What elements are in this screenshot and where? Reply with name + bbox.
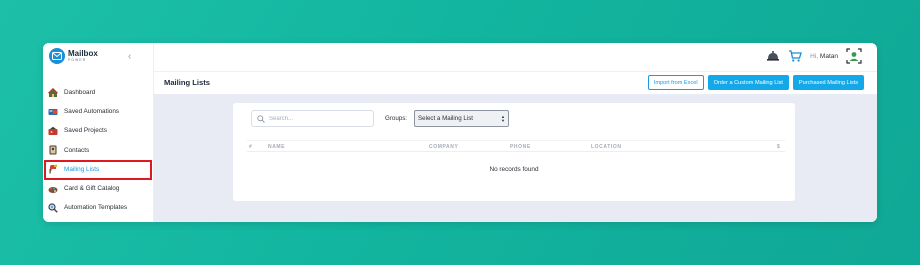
column-header-phone[interactable]: PHONE	[510, 144, 531, 150]
contacts-book-icon	[48, 145, 58, 155]
order-custom-mailing-list-button[interactable]: Order a Custom Mailing List	[707, 75, 789, 90]
greeting-text: Hi,	[810, 52, 819, 60]
brand-title: Mailbox	[68, 48, 98, 58]
groups-select[interactable]: Select a Mailing List ▲ ▼	[414, 110, 509, 127]
mailing-lists-card: Groups: Select a Mailing List ▲▼ # NAME …	[233, 103, 795, 201]
search-box[interactable]	[251, 110, 374, 127]
header-actions: Import from Excel Order a Custom Mailing…	[644, 75, 864, 90]
sidebar-item-label: Saved Projects	[64, 127, 107, 135]
app-window: Mailbox POWER ‹ Dashboard Saved Automati…	[43, 43, 877, 222]
mailbox-logo-icon	[49, 48, 65, 64]
sidebar-item-contacts[interactable]: Contacts	[43, 141, 154, 160]
import-from-excel-button[interactable]: Import from Excel	[647, 75, 704, 90]
sidebar: Mailbox POWER ‹ Dashboard Saved Automati…	[43, 43, 154, 222]
concierge-bell-icon[interactable]	[766, 49, 780, 63]
sidebar-item-card-gift-catalog[interactable]: Card & Gift Catalog	[43, 179, 154, 198]
groups-label: Groups:	[385, 115, 408, 122]
saved-projects-icon	[48, 126, 58, 136]
sidebar-item-label: Card & Gift Catalog	[64, 185, 120, 193]
column-header-location[interactable]: LOCATION	[591, 144, 622, 150]
sidebar-item-label: Contacts	[64, 146, 90, 154]
user-name: Matan	[819, 52, 838, 60]
column-header-name[interactable]: NAME	[268, 144, 285, 150]
user-avatar-icon[interactable]	[846, 48, 862, 64]
brand-subtitle: POWER	[68, 57, 87, 62]
collapse-sidebar-icon[interactable]: ‹	[128, 51, 131, 62]
sidebar-item-label: Dashboard	[64, 89, 96, 97]
search-icon	[257, 110, 265, 128]
sidebar-item-saved-projects[interactable]: Saved Projects	[43, 121, 154, 140]
gift-catalog-icon	[48, 184, 58, 194]
select-arrows-icon: ▲ ▼	[501, 114, 505, 123]
main-content: Groups: Select a Mailing List ▲▼ # NAME …	[154, 94, 877, 222]
empty-table-message: No records found	[489, 166, 539, 173]
page-header: Mailing Lists Import from Excel Order a …	[154, 72, 877, 94]
sidebar-item-label: Saved Automations	[64, 108, 120, 116]
sidebar-nav: Dashboard Saved Automations Saved Projec…	[43, 83, 154, 217]
user-greeting: Hi, Matan	[810, 53, 838, 60]
shopping-cart-icon[interactable]	[788, 49, 803, 63]
purchased-mailing-lists-button[interactable]: Purchased Mailing Lists	[792, 75, 864, 90]
column-header-index: #	[249, 144, 253, 150]
column-header-price[interactable]: $	[777, 144, 780, 150]
table-header: # NAME COMPANY PHONE LOCATION $	[247, 140, 785, 152]
groups-select-value: Select a Mailing List	[418, 115, 474, 122]
sidebar-item-label: Automation Templates	[64, 204, 128, 212]
column-header-company[interactable]: COMPANY	[429, 144, 458, 150]
sidebar-item-saved-automations[interactable]: Saved Automations	[43, 102, 154, 121]
sidebar-item-dashboard[interactable]: Dashboard	[43, 83, 154, 102]
page-title: Mailing Lists	[164, 78, 210, 87]
saved-automations-icon	[48, 107, 58, 117]
search-input[interactable]	[269, 115, 369, 122]
top-bar: Hi, Matan	[154, 43, 877, 72]
sidebar-item-mailing-lists[interactable]: Mailing Lists	[43, 159, 154, 180]
house-icon	[48, 87, 58, 98]
mailing-lists-icon	[48, 164, 58, 174]
brand-logo[interactable]: Mailbox POWER	[49, 48, 98, 64]
sidebar-item-automation-templates[interactable]: Automation Templates	[43, 198, 154, 217]
templates-icon	[48, 203, 58, 213]
sidebar-item-label: Mailing Lists	[64, 165, 100, 173]
